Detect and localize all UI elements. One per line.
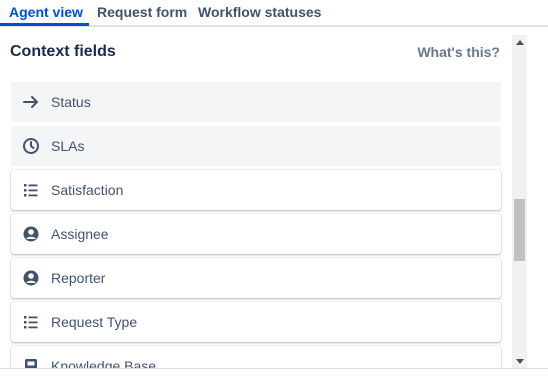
tab-request-form[interactable]: Request form bbox=[97, 4, 187, 20]
field-assignee[interactable]: Assignee bbox=[11, 214, 501, 254]
person-circle-icon bbox=[22, 269, 40, 287]
field-label: Knowledge Base bbox=[51, 358, 157, 368]
field-knowledge-base[interactable]: Knowledge Base bbox=[11, 346, 501, 368]
book-icon bbox=[22, 357, 40, 368]
vertical-scrollbar[interactable] bbox=[512, 35, 527, 368]
active-tab-indicator bbox=[0, 23, 89, 26]
field-label: Status bbox=[51, 94, 91, 110]
scroll-down-arrow-icon[interactable] bbox=[512, 354, 527, 368]
field-label: Reporter bbox=[51, 270, 106, 286]
field-slas[interactable]: SLAs bbox=[11, 126, 501, 166]
field-reporter[interactable]: Reporter bbox=[11, 258, 501, 298]
field-status[interactable]: Status bbox=[11, 82, 501, 122]
clock-icon bbox=[22, 137, 40, 155]
person-circle-icon bbox=[22, 225, 40, 243]
field-request-type[interactable]: Request Type bbox=[11, 302, 501, 342]
field-label: SLAs bbox=[51, 138, 85, 154]
field-label: Satisfaction bbox=[51, 182, 124, 198]
arrow-right-icon bbox=[22, 93, 40, 111]
scrollbar-thumb[interactable] bbox=[514, 199, 525, 261]
field-satisfaction[interactable]: Satisfaction bbox=[11, 170, 501, 210]
panel-divider bbox=[0, 368, 548, 369]
tab-workflow-statuses[interactable]: Workflow statuses bbox=[198, 4, 321, 20]
context-fields-panel: Context fields What's this? Status SLAs … bbox=[0, 27, 512, 368]
tab-bar: Agent view Request form Workflow statuse… bbox=[0, 0, 548, 27]
field-label: Assignee bbox=[51, 226, 109, 242]
scroll-up-arrow-icon[interactable] bbox=[512, 35, 527, 49]
whats-this-link[interactable]: What's this? bbox=[417, 44, 500, 60]
field-label: Request Type bbox=[51, 314, 138, 330]
section-title: Context fields bbox=[10, 43, 116, 60]
tab-agent-view[interactable]: Agent view bbox=[9, 4, 83, 20]
list-icon bbox=[22, 181, 40, 199]
list-icon bbox=[22, 313, 40, 331]
